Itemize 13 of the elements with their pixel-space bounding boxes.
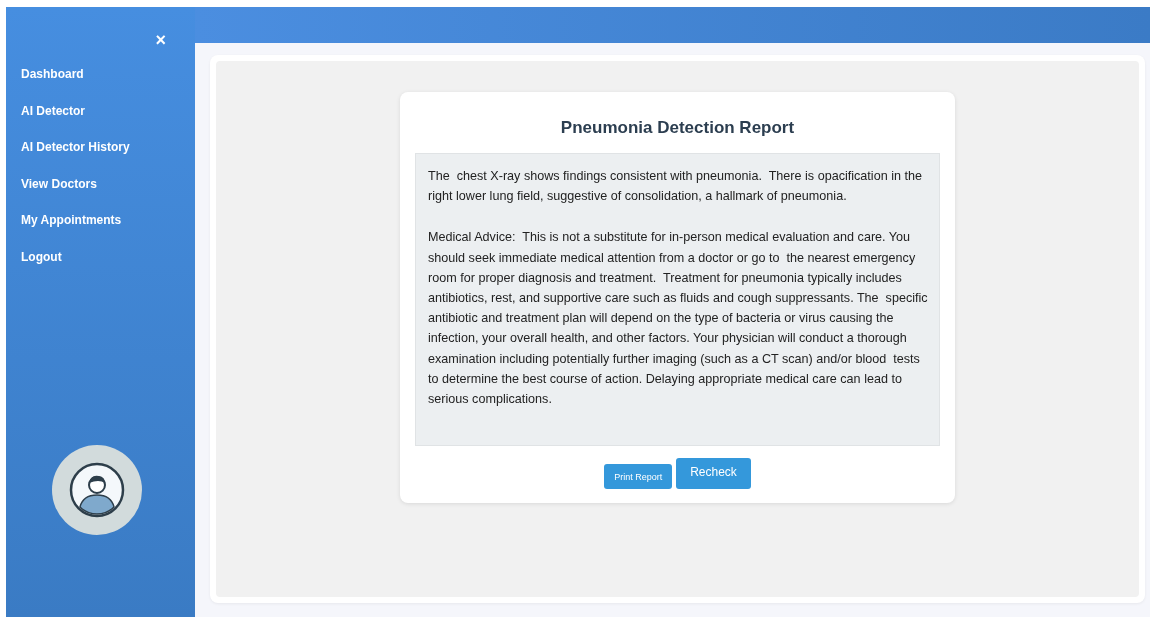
report-paragraph: The chest X-ray shows findings consistent with pneumonia. There is opacification in the right lower lung field, suggestive of consolidation, a hallmark of pneumonia. [428, 168, 923, 206]
close-button[interactable]: × [155, 31, 166, 49]
report-title: Pneumonia Detection Report [560, 118, 795, 138]
sidebar-item[interactable]: AI Detector [21, 97, 85, 124]
report-paragraph: Medical Advice: This is not a substitute for in-person medical evaluation and care. You should seek immediate medical attention from a doctor or go to the nearest emergency room for proper diagnosis and treatment. Treatment for pneumonia typically includes antibiotics, rest, and supportive care such as fluids and cough suppressants. The specific antibiotic and treatment plan will depend on the type of bacteria or virus causing the infection, your overall health, and other factors. Your physician will conduct a thorough examination including potentially further imaging (such as a CT scan) and/or blood tests to determine the best course of action. Delaying appropriate medical care can lead to serious complications. [428, 229, 929, 409]
recheck-button[interactable]: Recheck [676, 458, 751, 490]
sidebar-item[interactable]: View Doctors [21, 170, 97, 197]
sidebar-item[interactable]: Dashboard [21, 61, 84, 87]
print-button[interactable]: Print Report [604, 464, 673, 490]
sidebar-item[interactable]: AI Detector History [21, 134, 130, 161]
sidebar-item[interactable]: Logout [21, 243, 62, 270]
person-icon [69, 461, 125, 518]
sidebar-item[interactable]: My Appointments [21, 207, 122, 234]
